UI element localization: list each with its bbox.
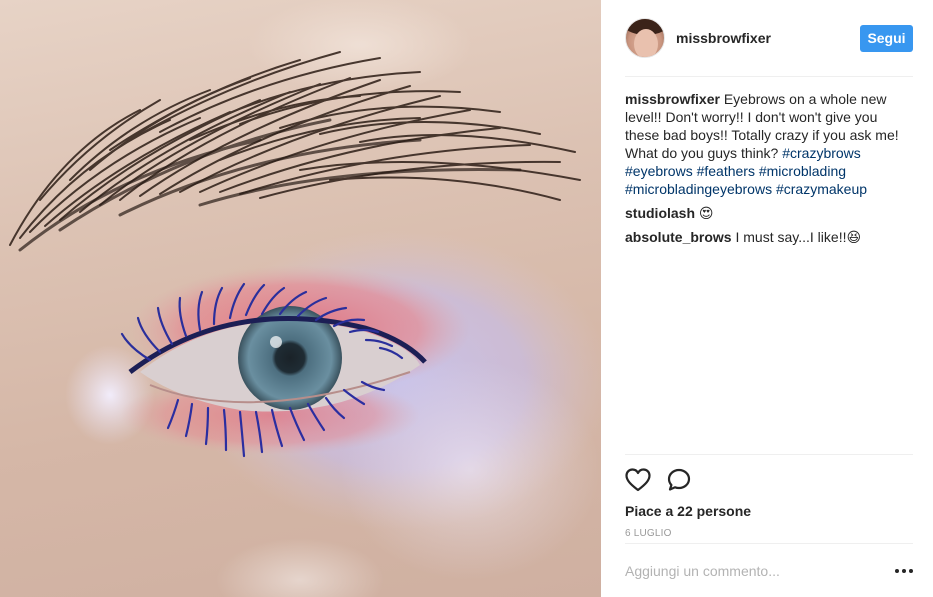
hashtag-link[interactable]: #microbladingeyebrows (625, 181, 772, 197)
post-header: missbrowfixer Segui (625, 0, 913, 77)
more-options-icon[interactable] (895, 564, 913, 578)
hashtag-link[interactable]: #feathers (697, 163, 755, 179)
add-comment-section (625, 543, 913, 597)
comment-text: 😍 (698, 205, 714, 221)
post-side-panel: missbrowfixer Segui missbrowfixer Eyebro… (601, 0, 933, 597)
post-photo[interactable] (0, 0, 601, 597)
comment-bubble-icon[interactable] (667, 468, 691, 497)
follow-button[interactable]: Segui (860, 24, 913, 52)
comments-list: missbrowfixer Eyebrows on a whole new le… (625, 90, 911, 252)
post-actions-section: Piace a 22 persone 6 luglio (625, 454, 913, 539)
post-date[interactable]: 6 luglio (625, 528, 913, 539)
comment-username[interactable]: studiolash (625, 205, 695, 221)
eye-makeup-illustration (9, 51, 601, 580)
hashtag-link[interactable]: #crazymakeup (776, 181, 867, 197)
comment-username[interactable]: absolute_brows (625, 229, 732, 245)
comment-item: studiolash 😍 (625, 204, 911, 222)
heart-icon[interactable] (625, 467, 651, 497)
hashtag-link[interactable]: #microblading (759, 163, 846, 179)
instagram-post: missbrowfixer Segui missbrowfixer Eyebro… (0, 0, 933, 597)
likes-count[interactable]: Piace a 22 persone (625, 503, 913, 519)
comment-item: absolute_brows I must say...I like!!😆 (625, 228, 911, 246)
comment-text: I must say...I like!!😆 (735, 229, 862, 245)
header-username[interactable]: missbrowfixer (676, 30, 860, 46)
comment-input[interactable] (625, 562, 895, 579)
action-bar (625, 455, 913, 501)
hashtag-link[interactable]: #crazybrows (782, 145, 861, 161)
hashtag-link[interactable]: #eyebrows (625, 163, 693, 179)
caption: missbrowfixer Eyebrows on a whole new le… (625, 90, 911, 198)
avatar[interactable] (625, 18, 665, 58)
caption-username[interactable]: missbrowfixer (625, 91, 720, 107)
